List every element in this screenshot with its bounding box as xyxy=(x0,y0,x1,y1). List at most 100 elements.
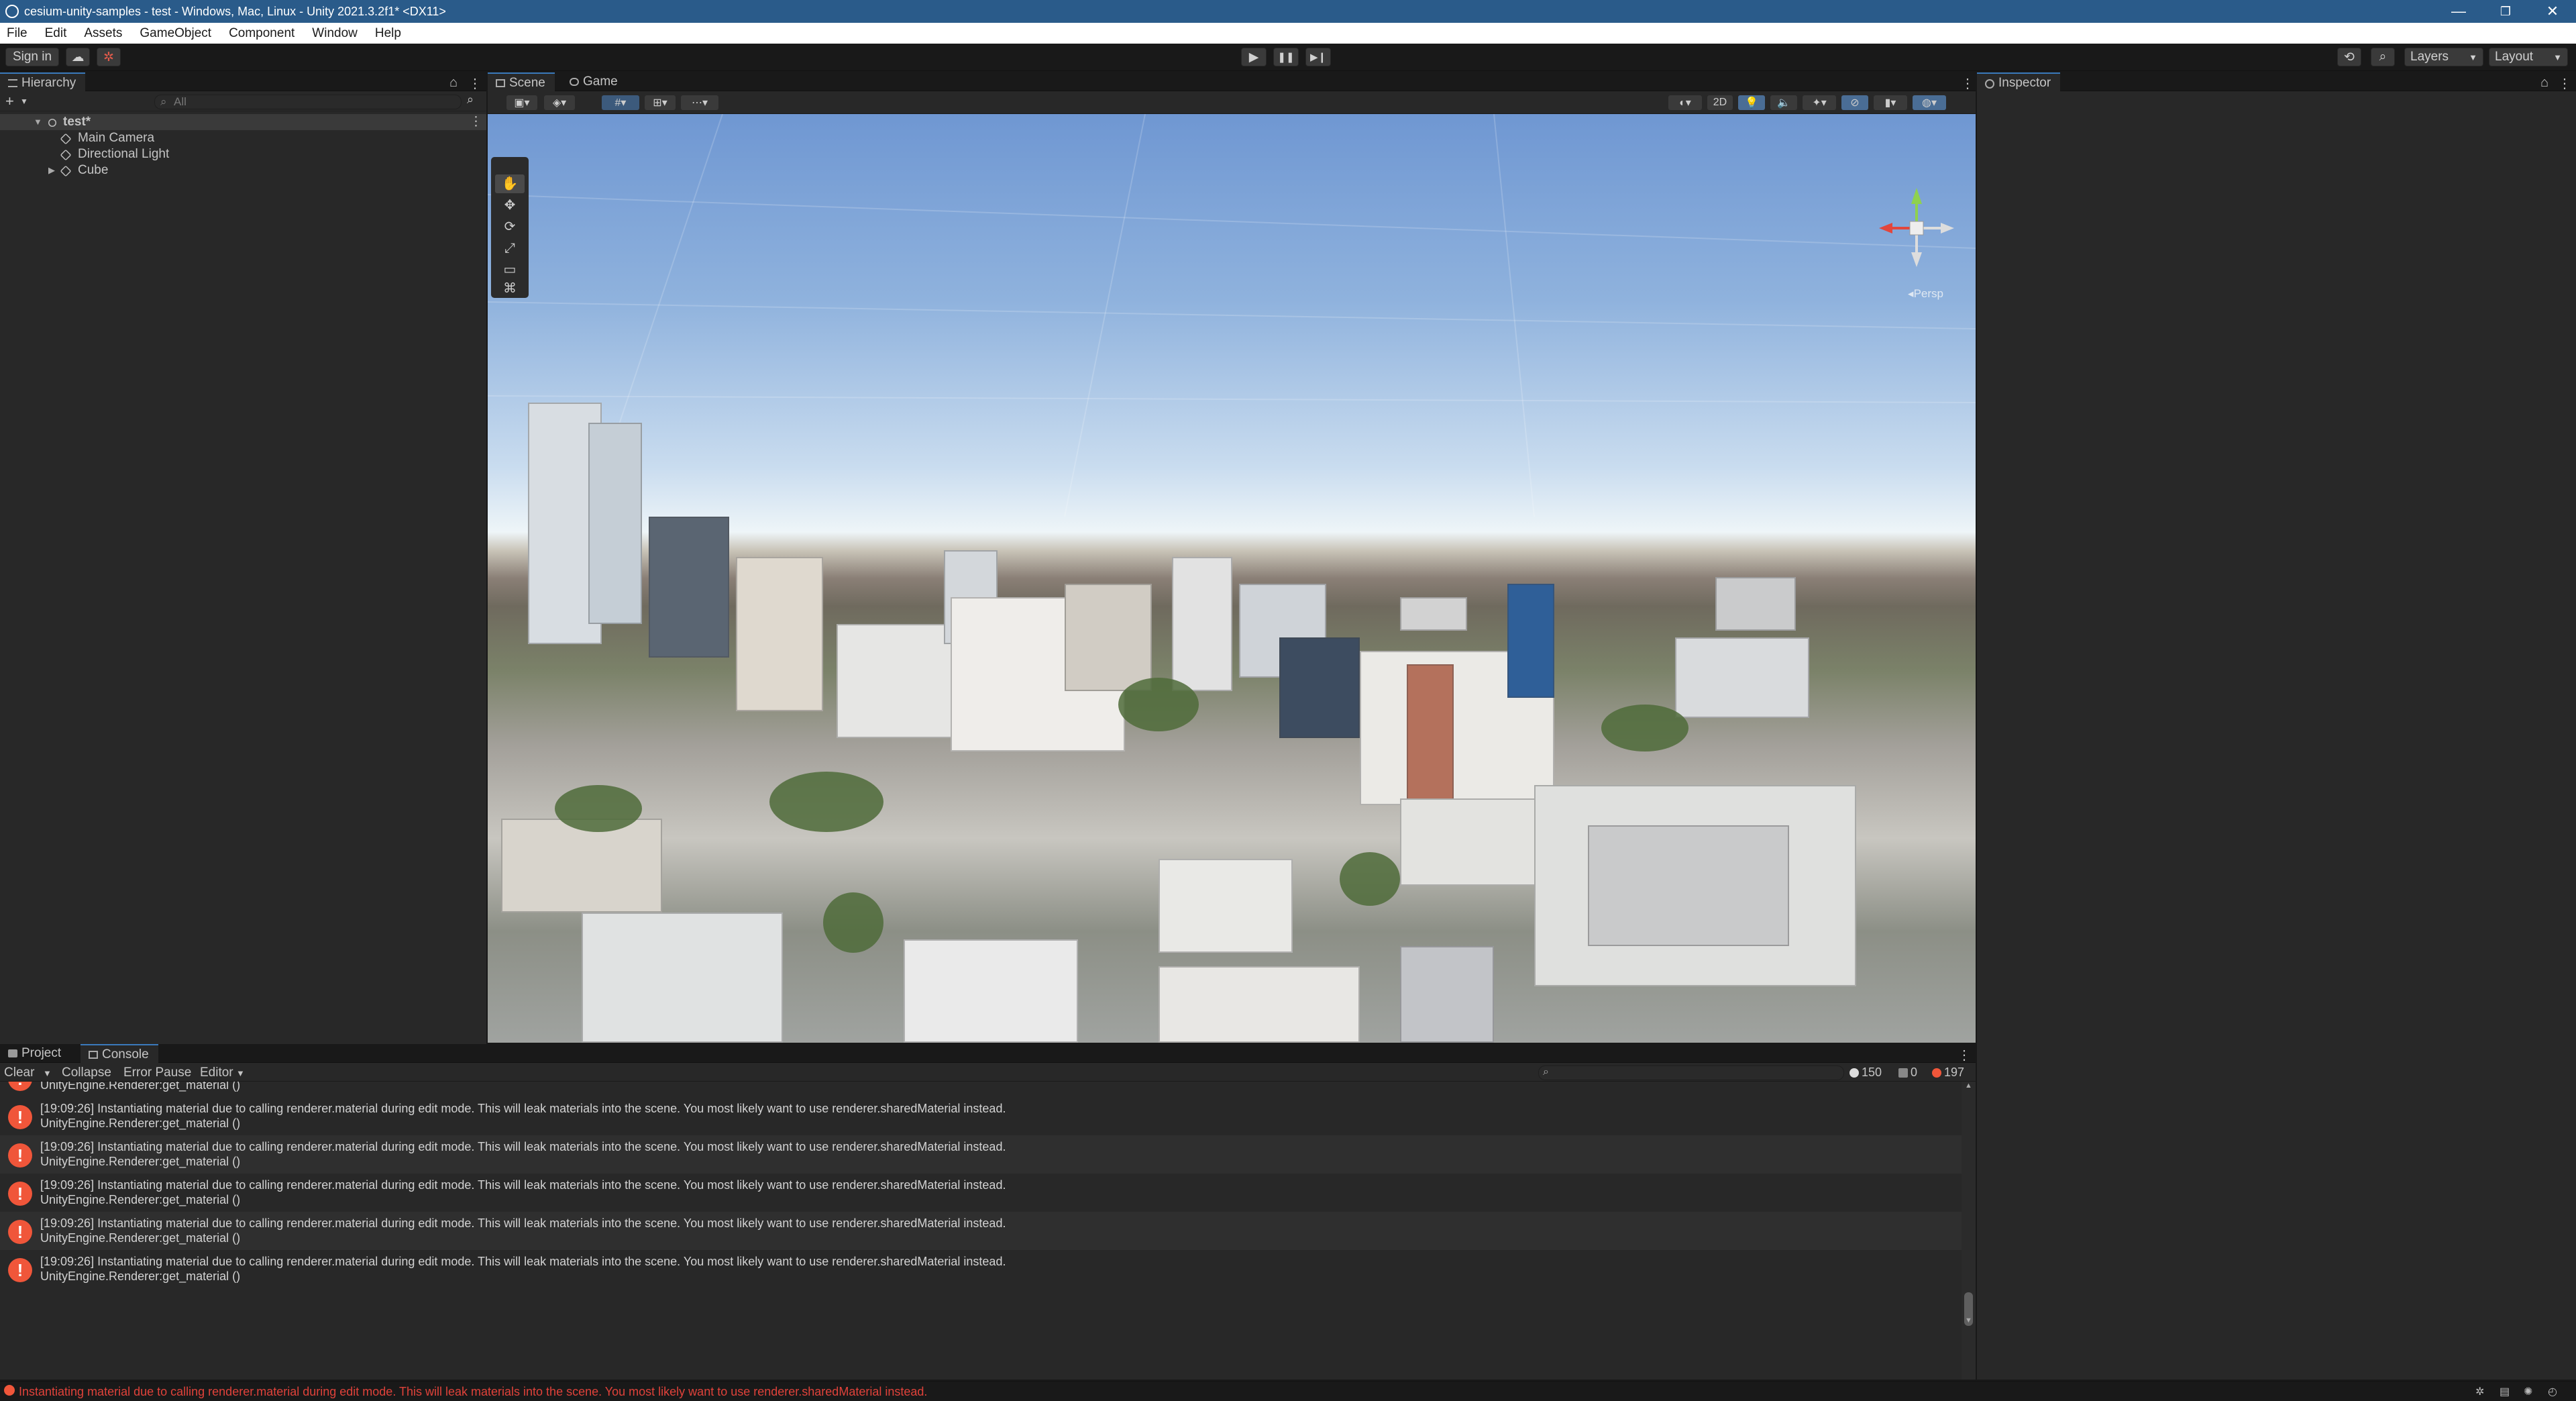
more-options-icon[interactable]: ⋮ xyxy=(468,75,482,92)
building xyxy=(1715,577,1796,631)
hierarchy-item-directional-light[interactable]: Directional Light xyxy=(0,146,486,162)
minimize-button[interactable]: — xyxy=(2435,0,2482,23)
close-button[interactable]: ✕ xyxy=(2529,0,2576,23)
layout-dropdown[interactable]: Layout ▼ xyxy=(2489,48,2568,66)
draw-mode-icon[interactable]: ▣▾ xyxy=(506,95,537,110)
more-options-icon[interactable]: ⋮ xyxy=(2558,75,2571,92)
scene-more-icon[interactable]: ⋮ xyxy=(470,114,482,130)
scale-tool-icon[interactable]: ⤢ xyxy=(495,239,525,258)
tree xyxy=(1118,678,1199,731)
log-entry[interactable]: ! [19:09:26] Instantiating material due … xyxy=(0,1174,1962,1212)
hierarchy-search-input[interactable]: ⌕ All xyxy=(154,95,462,109)
scene-search-icon[interactable]: ⌕ xyxy=(467,93,474,107)
hand-tool-icon[interactable]: ✋ xyxy=(495,174,525,193)
restore-button[interactable]: ❐ xyxy=(2482,0,2529,23)
transform-tool-icon[interactable]: ⌘ xyxy=(495,279,525,298)
network-icon[interactable]: ▤ xyxy=(2500,1385,2514,1398)
gizmo-orbit-icon[interactable]: ◐▾ xyxy=(1668,95,1702,110)
menu-window[interactable]: Window xyxy=(312,26,358,41)
console-tabbar: Project Console ⋮ xyxy=(0,1044,1976,1063)
menu-assets[interactable]: Assets xyxy=(84,26,122,41)
scene-viewport[interactable]: ✋ ✥ ⟳ ⤢ ▭ ⌘ ◂Persp xyxy=(488,114,1976,1043)
collapse-button[interactable]: Collapse xyxy=(62,1066,111,1080)
layers-dropdown[interactable]: Layers ▼ xyxy=(2404,48,2483,66)
error-pause-button[interactable]: Error Pause xyxy=(123,1066,191,1080)
console-log-list[interactable]: ! UnityEngine.Renderer:get_material () !… xyxy=(0,1082,1962,1380)
tab-scene[interactable]: Scene xyxy=(488,72,555,91)
menu-gameobject[interactable]: GameObject xyxy=(140,26,211,41)
expand-arrow-icon[interactable]: ▼ xyxy=(34,114,42,130)
menu-component[interactable]: Component xyxy=(229,26,294,41)
editor-dropdown[interactable]: Editor xyxy=(200,1066,233,1080)
console-search-input[interactable]: ⌕ xyxy=(1538,1066,1844,1080)
tree xyxy=(823,892,883,953)
hierarchy-item-main-camera[interactable]: Main Camera xyxy=(0,130,486,146)
console-toolbar: Clear ▼ Collapse Error Pause Editor ▼ ⌕ … xyxy=(0,1063,1976,1082)
lock-icon[interactable]: ⌂ xyxy=(2540,75,2548,91)
menu-help[interactable]: Help xyxy=(375,26,401,41)
increment-snap-icon[interactable]: ⊞▾ xyxy=(645,95,676,110)
cloud-icon[interactable]: ☁ xyxy=(66,48,90,66)
tab-inspector[interactable]: Inspector xyxy=(1977,72,2061,91)
tab-console[interactable]: Console xyxy=(80,1044,158,1063)
log-count[interactable]: 150 xyxy=(1849,1066,1882,1080)
chevron-down-icon[interactable]: ▼ xyxy=(43,1068,52,1078)
error-count[interactable]: 197 xyxy=(1932,1066,1964,1080)
log-entry[interactable]: ! [19:09:26] Instantiating material due … xyxy=(0,1250,1962,1288)
clear-button[interactable]: Clear xyxy=(4,1066,34,1080)
console-scrollbar[interactable]: ▲ ▼ xyxy=(1962,1082,1976,1380)
rotate-tool-icon[interactable]: ⟳ xyxy=(495,217,525,236)
progress-icon[interactable]: ◴ xyxy=(2548,1385,2563,1398)
layout-label: Layout xyxy=(2495,50,2534,64)
log-entry[interactable]: ! [19:09:26] Instantiating material due … xyxy=(0,1135,1962,1174)
mode-2d-button[interactable]: 2D xyxy=(1707,95,1733,110)
snap-settings-icon[interactable]: ⋯▾ xyxy=(681,95,718,110)
building xyxy=(1172,557,1232,691)
chevron-down-icon[interactable]: ▼ xyxy=(236,1068,245,1078)
hidden-objects-icon[interactable]: ⊘ xyxy=(1841,95,1868,110)
warning-count[interactable]: 0 xyxy=(1898,1066,1917,1080)
expand-arrow-icon[interactable]: ▶ xyxy=(48,162,55,178)
lock-icon[interactable]: ⌂ xyxy=(449,75,458,91)
tab-game[interactable]: Game xyxy=(561,72,627,91)
orientation-gizmo-icon[interactable] xyxy=(1876,181,1957,289)
effects-icon[interactable]: ✦▾ xyxy=(1803,95,1836,110)
log-entry[interactable]: ! [19:09:26] Instantiating material due … xyxy=(0,1212,1962,1250)
status-message[interactable]: Instantiating material due to calling re… xyxy=(19,1385,927,1399)
folder-icon xyxy=(8,1049,17,1057)
sign-in-button[interactable]: Sign in xyxy=(5,48,59,66)
projection-label[interactable]: ◂Persp xyxy=(1908,287,1943,301)
tab-hierarchy[interactable]: Hierarchy xyxy=(0,72,86,91)
hierarchy-item-cube[interactable]: ▶ Cube xyxy=(0,162,486,178)
collab-icon[interactable]: ✲ xyxy=(97,48,121,66)
hierarchy-item-label: Main Camera xyxy=(78,131,155,145)
search-icon[interactable]: ⌕ xyxy=(2371,48,2395,66)
audio-icon[interactable]: 🔈 xyxy=(1770,95,1797,110)
debug-icon[interactable]: ✲ xyxy=(2475,1385,2490,1398)
rect-tool-icon[interactable]: ▭ xyxy=(495,260,525,279)
step-button[interactable]: ▶❙ xyxy=(1305,48,1331,66)
chevron-down-icon[interactable]: ▼ xyxy=(20,97,28,106)
render-mode-icon[interactable]: ◈▾ xyxy=(544,95,575,110)
log-entry[interactable]: ! UnityEngine.Renderer:get_material () xyxy=(0,1082,1962,1097)
scroll-down-icon[interactable]: ▼ xyxy=(1965,1316,1972,1325)
gameobject-icon xyxy=(60,133,72,145)
add-icon[interactable]: + xyxy=(5,93,14,110)
more-options-icon[interactable]: ⋮ xyxy=(1961,75,1974,92)
move-tool-icon[interactable]: ✥ xyxy=(495,196,525,215)
tab-project[interactable]: Project xyxy=(0,1044,70,1063)
log-entry[interactable]: ! [19:09:26] Instantiating material due … xyxy=(0,1097,1962,1135)
bug-icon[interactable]: ✺ xyxy=(2524,1385,2538,1398)
history-icon[interactable]: ⟲ xyxy=(2337,48,2361,66)
menu-edit[interactable]: Edit xyxy=(45,26,67,41)
more-options-icon[interactable]: ⋮ xyxy=(1957,1047,1971,1063)
hierarchy-scene-row[interactable]: ▼ test* ⋮ xyxy=(0,114,486,130)
grid-snap-icon[interactable]: #▾ xyxy=(602,95,639,110)
scroll-up-icon[interactable]: ▲ xyxy=(1965,1082,1972,1090)
lighting-icon[interactable]: 💡 xyxy=(1738,95,1765,110)
pause-button[interactable]: ❚❚ xyxy=(1273,48,1299,66)
camera-icon[interactable]: ▮▾ xyxy=(1874,95,1907,110)
play-button[interactable]: ▶ xyxy=(1241,48,1267,66)
gizmos-icon[interactable]: ◍▾ xyxy=(1913,95,1946,110)
menu-file[interactable]: File xyxy=(7,26,28,41)
